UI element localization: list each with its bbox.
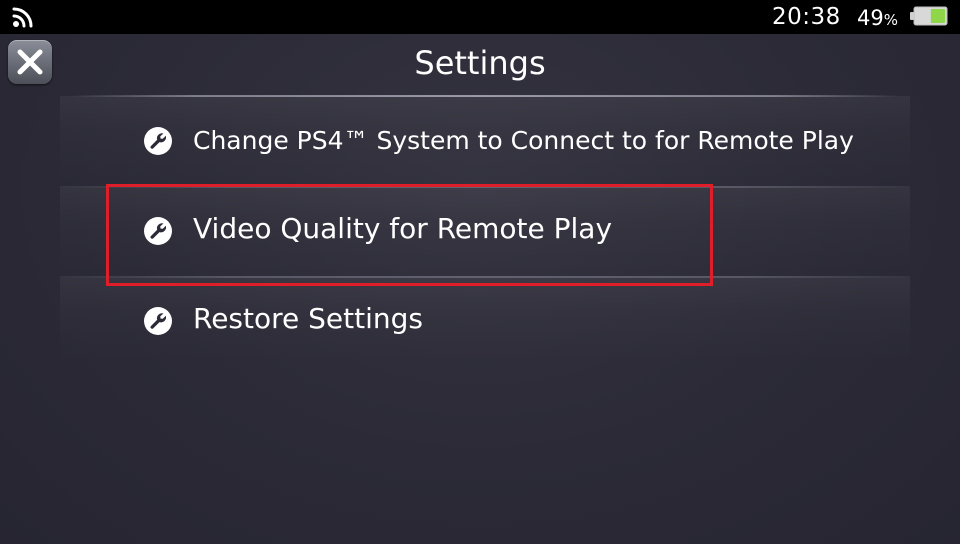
- battery-percent-value: 49: [857, 6, 884, 30]
- menu-item-change-ps4-system[interactable]: Change PS4™ System to Connect to for Rem…: [60, 96, 910, 184]
- battery-fill: [930, 9, 945, 23]
- wrench-icon: [144, 307, 172, 335]
- menu-item-restore-settings[interactable]: Restore Settings: [60, 276, 910, 364]
- menu-item-video-quality[interactable]: Video Quality for Remote Play: [60, 186, 910, 274]
- status-bar: 20:38 49%: [0, 0, 960, 34]
- battery-percentage: 49%: [857, 5, 898, 33]
- page-title: Settings: [414, 44, 546, 82]
- clock: 20:38: [772, 4, 841, 30]
- menu-item-label: Restore Settings: [193, 302, 423, 335]
- wifi-icon: [12, 7, 33, 28]
- wrench-icon: [144, 127, 172, 155]
- wrench-icon: [144, 217, 172, 245]
- battery-percent-unit: %: [883, 11, 898, 29]
- battery-icon: [910, 6, 948, 26]
- menu-item-label: Video Quality for Remote Play: [193, 212, 613, 245]
- settings-screen: 20:38 49% Settings Change PS4™ System to…: [0, 0, 960, 544]
- menu-item-label: Change PS4™ System to Connect to for Rem…: [193, 126, 854, 155]
